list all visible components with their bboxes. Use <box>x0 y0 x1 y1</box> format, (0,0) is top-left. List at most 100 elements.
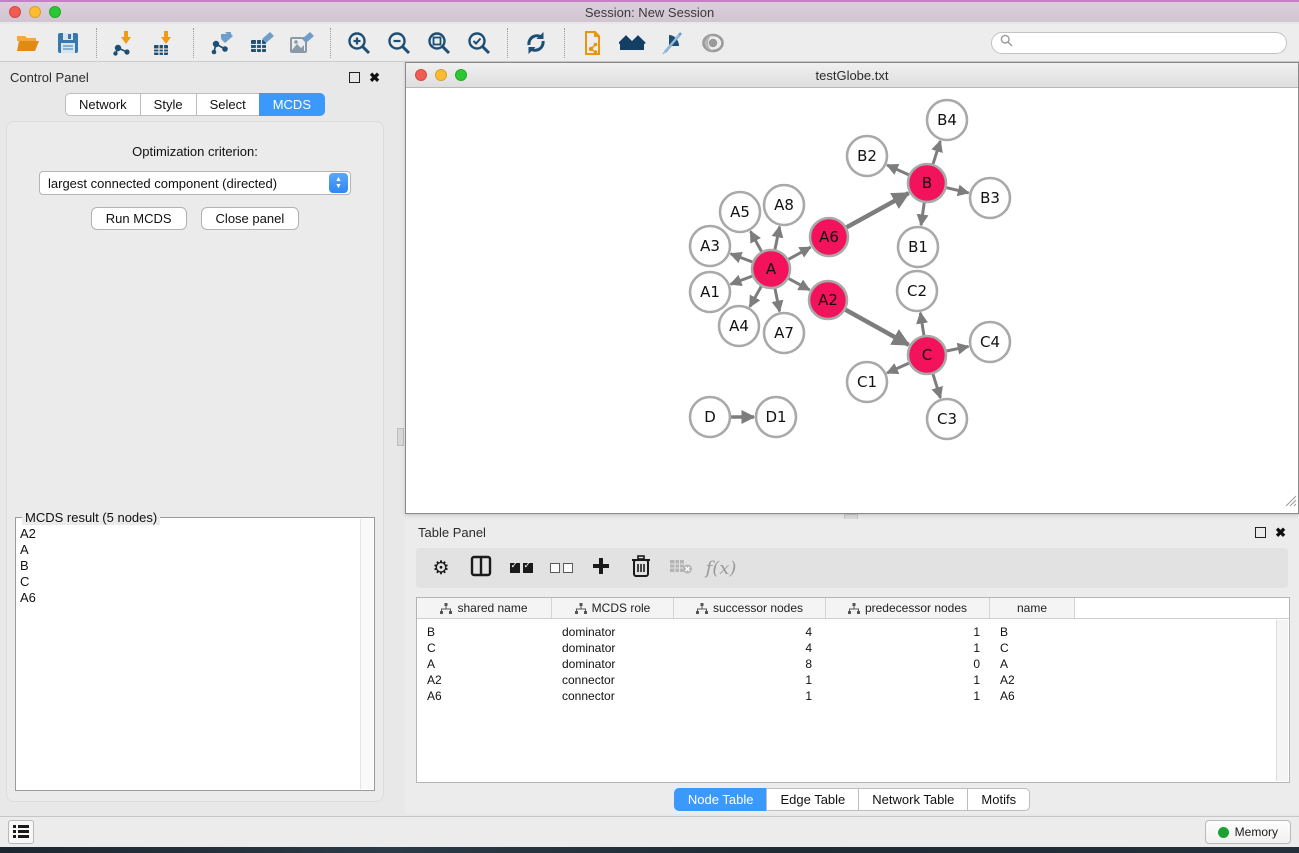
graph-edge-A-A8[interactable] <box>775 227 780 252</box>
close-table-panel-icon[interactable]: ✖ <box>1275 527 1286 538</box>
graph-node-B[interactable]: B <box>908 164 946 202</box>
result-item[interactable]: B <box>20 558 360 574</box>
result-item[interactable]: A2 <box>20 526 360 542</box>
table-row[interactable]: Cdominator41C <box>417 640 1289 656</box>
graph-node-D1[interactable]: D1 <box>756 397 796 437</box>
column-header-name[interactable]: name <box>990 598 1075 618</box>
zoom-fit-button[interactable] <box>419 27 459 59</box>
tab-network[interactable]: Network <box>65 93 140 116</box>
graph-node-A8[interactable]: A8 <box>764 185 804 225</box>
graph-node-A4[interactable]: A4 <box>719 306 759 346</box>
vertical-splitter-grip[interactable] <box>397 428 404 446</box>
hide-graphics-details-button[interactable] <box>653 27 693 59</box>
float-table-panel-icon[interactable] <box>1255 527 1266 538</box>
table-row[interactable]: A6connector11A6 <box>417 688 1289 704</box>
table-settings-button[interactable]: ⚙ <box>426 553 456 583</box>
close-panel-icon[interactable]: ✖ <box>369 72 380 83</box>
graph-edge-A-A3[interactable] <box>731 254 755 263</box>
graph-edge-A-A5[interactable] <box>751 231 763 253</box>
import-table-button[interactable] <box>145 27 185 59</box>
graph-edge-B-B3[interactable] <box>945 187 969 193</box>
graph-node-A3[interactable]: A3 <box>690 226 730 266</box>
table-row[interactable]: A2connector11A2 <box>417 672 1289 688</box>
memory-button[interactable]: Memory <box>1205 820 1291 844</box>
criterion-dropdown[interactable]: largest connected component (directed) ▲… <box>39 171 351 195</box>
column-header-predecessor-nodes[interactable]: predecessor nodes <box>826 598 990 618</box>
add-column-button[interactable] <box>586 553 616 583</box>
show-hide-panel-button[interactable] <box>693 27 733 59</box>
graph-edge-C-C3[interactable] <box>932 372 940 398</box>
column-header-successor-nodes[interactable]: successor nodes <box>674 598 826 618</box>
graph-node-C2[interactable]: C2 <box>897 271 937 311</box>
zoom-out-button[interactable] <box>379 27 419 59</box>
zoom-selected-button[interactable] <box>459 27 499 59</box>
home-apps-button[interactable] <box>613 27 653 59</box>
graph-edge-C-C1[interactable] <box>887 362 911 373</box>
refresh-button[interactable] <box>516 27 556 59</box>
graph-edge-A-A7[interactable] <box>775 287 780 312</box>
graph-edge-B-B1[interactable] <box>921 201 924 225</box>
table-row[interactable]: Bdominator41B <box>417 624 1289 640</box>
tab-edge-table[interactable]: Edge Table <box>766 788 858 811</box>
zoom-in-button[interactable] <box>339 27 379 59</box>
tab-motifs[interactable]: Motifs <box>967 788 1030 811</box>
graph-edge-A-A6[interactable] <box>787 247 811 260</box>
graph-edge-B-B2[interactable] <box>887 165 911 176</box>
graph-node-C3[interactable]: C3 <box>927 399 967 439</box>
graph-node-B2[interactable]: B2 <box>847 136 887 176</box>
graph-edge-A6-B[interactable] <box>845 193 909 228</box>
column-header-shared-name[interactable]: shared name <box>417 598 552 618</box>
graph-edge-C-C4[interactable] <box>945 346 969 351</box>
task-history-button[interactable] <box>8 820 34 844</box>
tab-select[interactable]: Select <box>196 93 259 116</box>
graph-edge-A-A1[interactable] <box>731 275 755 284</box>
function-builder-button[interactable]: f(x) <box>706 553 736 583</box>
export-network-button[interactable] <box>202 27 242 59</box>
delete-table-button[interactable] <box>666 553 696 583</box>
graph-edge-B-B4[interactable] <box>932 141 940 166</box>
tab-style[interactable]: Style <box>140 93 196 116</box>
graph-node-D[interactable]: D <box>690 397 730 437</box>
import-network-button[interactable] <box>105 27 145 59</box>
graph-node-B4[interactable]: B4 <box>927 100 967 140</box>
ndex-button[interactable] <box>573 27 613 59</box>
result-item[interactable]: C <box>20 574 360 590</box>
graph-node-A5[interactable]: A5 <box>720 192 760 232</box>
search-input[interactable] <box>1013 36 1278 50</box>
result-scrollbar[interactable] <box>360 519 373 789</box>
tab-node-table[interactable]: Node Table <box>674 788 767 811</box>
graph-node-A7[interactable]: A7 <box>764 313 804 353</box>
export-image-button[interactable] <box>282 27 322 59</box>
graph-node-A[interactable]: A <box>752 250 790 288</box>
close-panel-button[interactable]: Close panel <box>201 207 300 230</box>
save-session-button[interactable] <box>48 27 88 59</box>
graph-node-C1[interactable]: C1 <box>847 362 887 402</box>
graph-node-B1[interactable]: B1 <box>898 227 938 267</box>
graph-edge-A2-C[interactable] <box>844 309 909 345</box>
delete-column-button[interactable] <box>626 553 656 583</box>
table-row[interactable]: Adominator80A <box>417 656 1289 672</box>
select-all-button[interactable] <box>506 553 536 583</box>
deselect-all-button[interactable] <box>546 553 576 583</box>
run-mcds-button[interactable]: Run MCDS <box>91 207 187 230</box>
graph-node-A2[interactable]: A2 <box>809 281 847 319</box>
graph-node-B3[interactable]: B3 <box>970 178 1010 218</box>
resize-grip-icon[interactable] <box>1283 493 1297 512</box>
float-panel-icon[interactable] <box>349 72 360 83</box>
open-session-button[interactable] <box>8 27 48 59</box>
network-canvas[interactable]: B4B2BB3A5A8A6B1A3AA1C2A2A4A7C4CC1C3DD1 <box>406 88 1298 513</box>
search-field[interactable] <box>991 32 1287 54</box>
graph-node-C4[interactable]: C4 <box>970 322 1010 362</box>
graph-node-A6[interactable]: A6 <box>810 218 848 256</box>
column-visibility-button[interactable] <box>466 553 496 583</box>
table-scrollbar[interactable] <box>1276 620 1288 781</box>
tab-network-table[interactable]: Network Table <box>858 788 967 811</box>
result-item[interactable]: A6 <box>20 590 360 606</box>
graph-node-C[interactable]: C <box>908 336 946 374</box>
tab-mcds[interactable]: MCDS <box>259 93 325 116</box>
result-item[interactable]: A <box>20 542 360 558</box>
graph-edge-A-A4[interactable] <box>750 285 762 307</box>
column-header-mcds-role[interactable]: MCDS role <box>552 598 674 618</box>
graph-edge-A-A2[interactable] <box>787 278 810 290</box>
graph-edge-C-C2[interactable] <box>920 313 924 337</box>
